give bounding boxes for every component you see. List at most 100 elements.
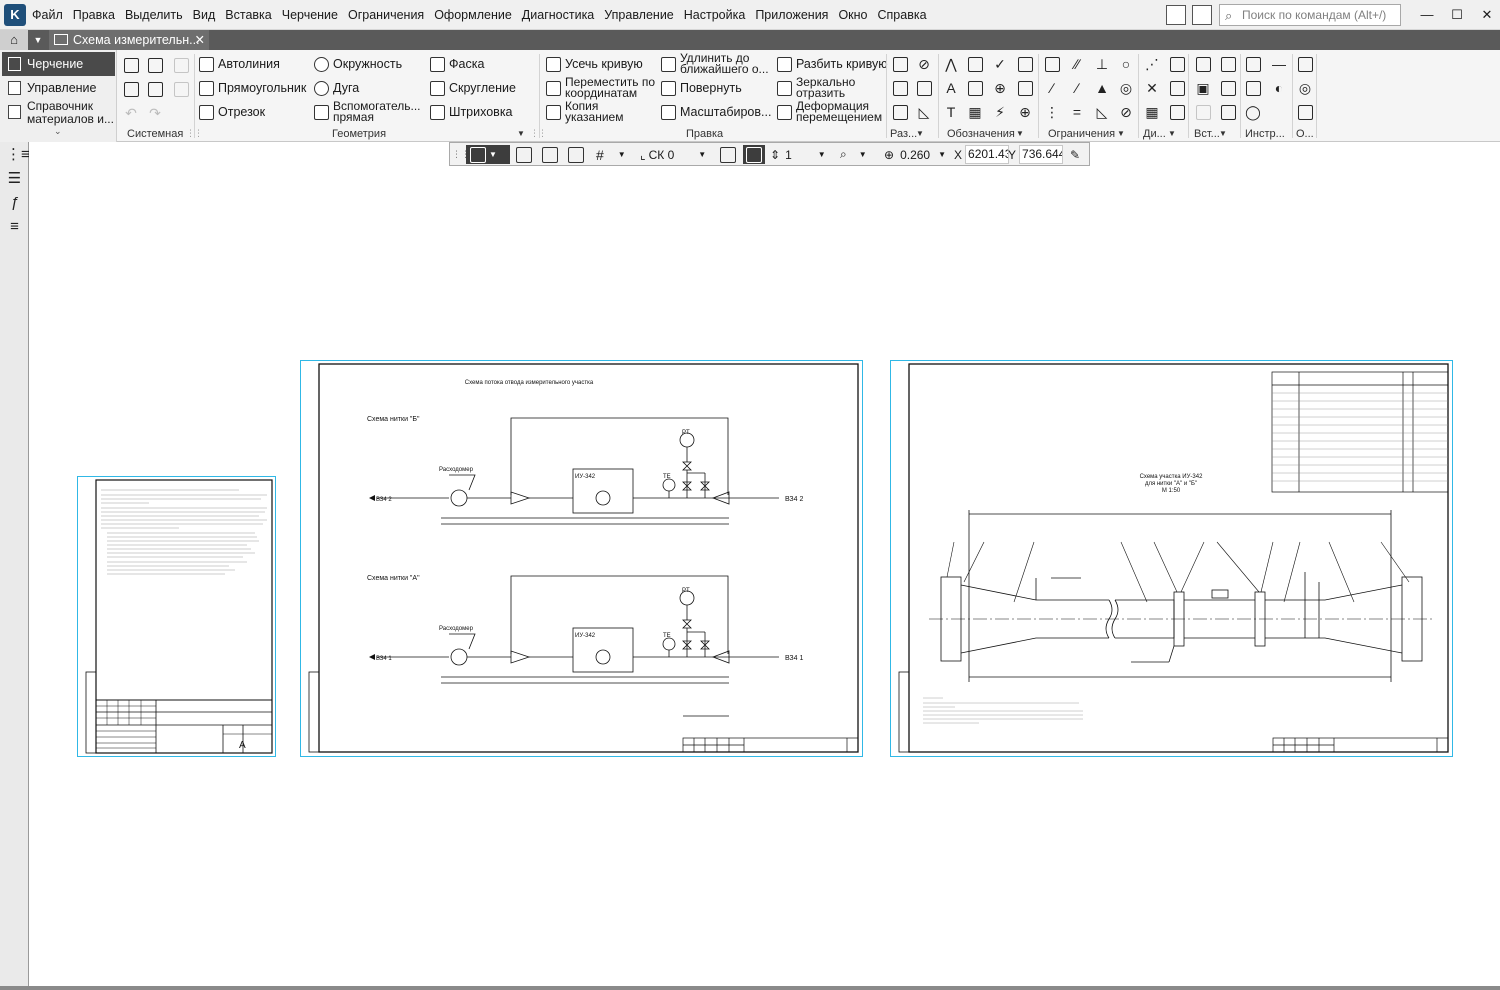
concentric-icon[interactable]: ◎ — [1117, 79, 1135, 97]
minimize-icon[interactable]: — — [1412, 0, 1442, 30]
angle-constraint-icon[interactable]: ◺ — [1093, 103, 1111, 121]
diameter-icon[interactable]: ⊘ — [915, 55, 933, 73]
angle-dim-icon[interactable]: ◺ — [915, 103, 933, 121]
center-mark-icon[interactable]: ⊕ — [991, 79, 1009, 97]
ribbon-tab-materials[interactable]: Справочник материалов и... — [2, 100, 115, 126]
menu-diagnostics[interactable]: Диагностика — [517, 0, 599, 30]
insert-image-icon[interactable]: ▣ — [1194, 79, 1212, 97]
page-icon[interactable] — [146, 80, 164, 98]
maximize-icon[interactable]: ☐ — [1442, 0, 1472, 30]
step-select[interactable]: ⇕ 1 ▼ — [770, 145, 826, 164]
bracket-icon[interactable] — [1168, 79, 1186, 97]
home-icon[interactable]: ⌂ — [0, 30, 28, 50]
dimensions-dropdown-icon[interactable]: ▼ — [916, 129, 924, 138]
arc-button[interactable]: Дуга — [314, 77, 359, 99]
command-search-input[interactable]: ⌕ Поиск по командам (Alt+/) — [1219, 4, 1401, 26]
x-value-field[interactable]: 6201.43 — [965, 145, 1010, 164]
table-icon[interactable] — [1016, 79, 1034, 97]
linear-dim-icon[interactable] — [891, 79, 909, 97]
menu-drawing[interactable]: Черчение — [277, 0, 343, 30]
close-icon[interactable]: ✕ — [1472, 0, 1500, 30]
segment-button[interactable]: Отрезок — [199, 101, 265, 123]
app-logo-icon[interactable]: K — [4, 4, 26, 26]
scale-button[interactable]: Масштабиров... — [661, 101, 771, 123]
open-folder-icon[interactable] — [146, 56, 164, 74]
x-coordinate[interactable]: X 6201.43 — [954, 145, 1010, 164]
tree-icon[interactable]: ⋮≡ — [6, 146, 30, 163]
insert-fragment-icon[interactable] — [1219, 55, 1237, 73]
dim-question-icon[interactable] — [1168, 103, 1186, 121]
mirror-button[interactable]: Зеркально отразить — [777, 76, 866, 99]
copy-button[interactable]: Копия указанием — [546, 100, 635, 123]
designations-dropdown-icon[interactable]: ▼ — [1016, 129, 1024, 138]
trim-curve-button[interactable]: Усечь кривую — [546, 53, 643, 75]
insert-view-icon[interactable] — [1194, 55, 1212, 73]
vertical-icon[interactable]: ⋮ — [1043, 103, 1061, 121]
menu-insert[interactable]: Вставка — [220, 0, 276, 30]
menu-file[interactable]: Файл — [27, 0, 68, 30]
sheet-2[interactable]: Схема потока отвода измерительного участ… — [300, 360, 863, 757]
insert-object-icon[interactable] — [1194, 103, 1212, 121]
fix-point-icon[interactable] — [1043, 55, 1061, 73]
menu-constraints[interactable]: Ограничения — [343, 0, 429, 30]
diagrams-dropdown-icon[interactable]: ▼ — [1168, 129, 1176, 138]
group-grip[interactable]: ⋮⋮ — [530, 128, 547, 139]
tool-a-icon[interactable] — [1244, 79, 1262, 97]
collinear-icon[interactable]: ∕ — [1043, 79, 1061, 97]
zoom-select[interactable]: ⊕ 0.260 ▼ — [884, 145, 946, 164]
move-coords-button[interactable]: Переместить по координатам — [546, 76, 659, 99]
undo-icon[interactable]: ↶ — [122, 104, 140, 122]
menu-edit[interactable]: Правка — [68, 0, 120, 30]
layout-window-icon[interactable] — [1166, 5, 1186, 25]
menu-settings[interactable]: Настройка — [679, 0, 751, 30]
fillet-button[interactable]: Скругление — [430, 77, 516, 99]
crosshair-icon[interactable]: ⊕ — [1016, 103, 1034, 121]
round-button[interactable] — [743, 145, 765, 164]
pick-point-button[interactable]: ✎ — [1070, 145, 1080, 164]
lightning-icon[interactable]: ⚡ — [991, 103, 1009, 121]
sheet-1[interactable]: A — [77, 476, 276, 757]
menu-window[interactable]: Окно — [833, 0, 872, 30]
ribbon-expand-chevron-icon[interactable]: ⌄ — [54, 126, 62, 137]
redo-icon[interactable]: ↷ — [146, 104, 164, 122]
ribbon-tab-drawing[interactable]: Черчение — [2, 52, 115, 76]
equal-icon[interactable]: = — [1068, 103, 1086, 121]
insert-link-icon[interactable] — [1219, 79, 1237, 97]
sheet-3[interactable]: Схема участка ИУ-342 для нитки "А" и "Б"… — [890, 360, 1453, 757]
cross-nodes-icon[interactable]: ✕ — [1143, 79, 1161, 97]
layers-icon[interactable]: ≡ — [6, 218, 23, 235]
y-value-field[interactable]: 736.6446 — [1019, 145, 1064, 164]
properties-list-icon[interactable]: ☰ — [6, 170, 23, 187]
print-icon[interactable] — [122, 80, 140, 98]
variables-fx-icon[interactable]: ƒ — [6, 194, 23, 211]
circle-button[interactable]: Окружность — [314, 53, 402, 75]
geometry-dropdown-icon[interactable]: ▼ — [517, 129, 525, 138]
snaps-button[interactable] — [542, 145, 558, 164]
baseline-dim-icon[interactable] — [891, 103, 909, 121]
grid-table-icon[interactable]: ▦ — [966, 103, 984, 121]
snap-mode-button[interactable]: ▼ — [466, 145, 510, 164]
camera-icon[interactable] — [1192, 5, 1212, 25]
tangent-icon[interactable]: ○ — [1117, 55, 1135, 73]
deform-button[interactable]: Деформация перемещением — [777, 100, 884, 123]
menu-view[interactable]: Вид — [188, 0, 221, 30]
document-tab[interactable]: Схема измерительн... ✕ — [49, 30, 209, 50]
check-mark-icon[interactable]: ✓ — [991, 55, 1009, 73]
insert-macro-icon[interactable] — [1219, 103, 1237, 121]
parallel-icon[interactable]: ∕∕ — [1068, 55, 1086, 73]
menu-apps[interactable]: Приложения — [750, 0, 833, 30]
position-icon[interactable]: A — [942, 79, 960, 97]
menu-format[interactable]: Оформление — [429, 0, 517, 30]
new-document-icon[interactable] — [122, 56, 140, 74]
no-constraint-icon[interactable]: ⊘ — [1117, 103, 1135, 121]
refresh-button[interactable] — [568, 145, 584, 164]
ribbon-tab-management[interactable]: Управление — [2, 76, 115, 100]
extend-button[interactable]: Удлинить до ближайшего о... — [661, 52, 774, 75]
properties-icon[interactable] — [172, 80, 190, 98]
tolerance-icon[interactable] — [966, 79, 984, 97]
text-icon[interactable]: T — [942, 103, 960, 121]
rotate-button[interactable]: Повернуть — [661, 77, 742, 99]
slope-icon[interactable]: ∕ — [1068, 79, 1086, 97]
symmetry-icon[interactable]: ▲ — [1093, 79, 1111, 97]
radius-dim-icon[interactable] — [915, 79, 933, 97]
